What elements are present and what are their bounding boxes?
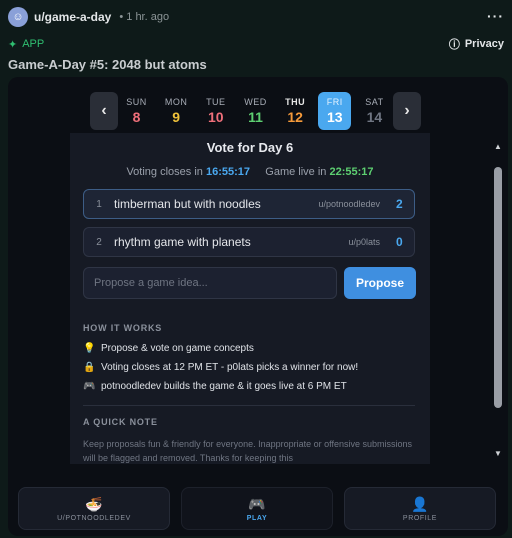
propose-input[interactable] — [83, 267, 337, 299]
day-name: TUE — [206, 97, 226, 107]
user-icon: 👤 — [411, 495, 429, 512]
vote-card: Vote for Day 6 Voting closes in 16:55:17… — [70, 133, 430, 464]
quick-note-heading: A QUICK NOTE — [83, 417, 158, 427]
how-item: 🎮 potnoodledev builds the game & it goes… — [83, 381, 347, 392]
scroll-down-icon[interactable]: ▼ — [493, 449, 503, 459]
prev-day-button[interactable]: ‹ — [90, 92, 118, 130]
gamepad-icon: 🎮 — [248, 495, 266, 512]
how-item: 💡 Propose & vote on game concepts — [83, 343, 254, 354]
day-name: THU — [285, 97, 306, 107]
scrollbar-thumb[interactable] — [494, 167, 502, 408]
privacy-label: Privacy — [464, 38, 504, 50]
idea-title: timberman but with noodles — [114, 197, 261, 211]
scroll-up-icon[interactable]: ▲ — [493, 142, 503, 152]
scrollbar[interactable]: ▲ ▼ — [491, 139, 505, 462]
next-day-button[interactable]: › — [393, 92, 421, 130]
nav-label: PROFILE — [402, 514, 438, 522]
day-date: 13 — [326, 109, 343, 125]
post-title[interactable]: Game-A-Day #5: 2048 but atoms — [8, 57, 207, 72]
day-thu[interactable]: THU 12 — [279, 92, 312, 130]
nav-tab-play[interactable]: 🎮 PLAY — [181, 487, 333, 530]
post-timestamp: • 1 hr. ago — [119, 11, 170, 23]
info-icon: ⓘ — [448, 39, 460, 51]
day-mon[interactable]: MON 9 — [160, 92, 193, 130]
day-wed[interactable]: WED 11 — [239, 92, 272, 130]
day-name: FRI — [326, 97, 343, 107]
idea-item[interactable]: 2 rhythm game with planets u/p0lats 0 — [83, 227, 415, 257]
idea-rank: 1 — [96, 198, 102, 210]
lightbulb-icon: 💡 — [83, 343, 96, 354]
game-live-time: 22:55:17 — [329, 166, 374, 178]
divider — [83, 405, 415, 406]
day-tue[interactable]: TUE 10 — [199, 92, 232, 130]
day-sun[interactable]: SUN 8 — [120, 92, 153, 130]
day-name: MON — [164, 97, 188, 107]
idea-author[interactable]: u/p0lats — [348, 237, 380, 247]
idea-votes[interactable]: 2 — [396, 197, 414, 211]
noodle-cup-icon: 🍜 — [85, 495, 103, 512]
day-list: SUN 8 MON 9 TUE 10 WED 11 THU 12 FRI 13 SAT 14 — [120, 92, 391, 130]
how-item-text: potnoodledev builds the game & it goes l… — [101, 381, 347, 392]
voting-closes-time: 16:55:17 — [205, 166, 250, 178]
idea-author[interactable]: u/potnoodledev — [318, 199, 380, 209]
day-fri[interactable]: FRI 13 — [318, 92, 352, 130]
vote-timers: Voting closes in 16:55:17 Game live in 2… — [70, 166, 430, 178]
app-row: ✦ APP ⓘ Privacy — [8, 36, 504, 52]
nav-tab-profile[interactable]: 👤 PROFILE — [344, 487, 496, 530]
idea-votes[interactable]: 0 — [396, 235, 414, 249]
lock-icon: 🔒 — [83, 362, 96, 373]
vote-title: Vote for Day 6 — [206, 140, 294, 155]
day-sat[interactable]: SAT 14 — [358, 92, 391, 130]
app-label: APP — [22, 38, 45, 50]
how-item-text: Voting closes at 12 PM ET - p0lats picks… — [101, 362, 359, 373]
day-date: 12 — [287, 109, 303, 125]
app-icon: ✦ — [8, 38, 18, 51]
idea-rank: 2 — [96, 236, 102, 248]
how-item: 🔒 Voting closes at 12 PM ET - p0lats pic… — [83, 362, 358, 373]
day-date: 14 — [366, 109, 383, 125]
day-name: SUN — [126, 97, 147, 107]
idea-item[interactable]: 1 timberman but with noodles u/potnoodle… — [83, 189, 415, 219]
post-header: ☺ u/game-a-day • 1 hr. ago ··· — [8, 6, 504, 28]
day-date: 9 — [172, 109, 181, 125]
how-item-text: Propose & vote on game concepts — [101, 343, 254, 354]
post-username[interactable]: u/game-a-day — [34, 10, 111, 24]
propose-button[interactable]: Propose — [344, 267, 416, 299]
day-name: WED — [244, 97, 267, 107]
privacy-button[interactable]: ⓘ Privacy — [449, 36, 504, 52]
bottom-nav: 🍜 U/POTNOODLEDEV 🎮 PLAY 👤 PROFILE — [18, 487, 496, 530]
nav-tab-potnoodledev[interactable]: 🍜 U/POTNOODLEDEV — [18, 487, 170, 530]
how-it-works-heading: HOW IT WORKS — [83, 323, 163, 333]
day-date: 11 — [248, 109, 263, 125]
nav-label: U/POTNOODLEDEV — [57, 514, 131, 522]
more-options-icon[interactable]: ··· — [487, 8, 504, 24]
day-name: SAT — [365, 97, 384, 107]
gamepad-icon: 🎮 — [83, 381, 96, 392]
game-live-label: Game live in — [265, 166, 327, 178]
app-badge: ✦ APP — [8, 38, 44, 51]
avatar[interactable]: ☺ — [8, 7, 28, 27]
quick-note-text: Keep proposals fun & friendly for everyo… — [83, 439, 413, 463]
day-date: 10 — [208, 109, 224, 125]
day-selector: ‹ SUN 8 MON 9 TUE 10 WED 11 THU 12 FRI 13 SAT 1… — [90, 91, 424, 131]
voting-closes-label: Voting closes in — [126, 166, 203, 178]
idea-title: rhythm game with planets — [114, 235, 251, 249]
app-frame: ‹ SUN 8 MON 9 TUE 10 WED 11 THU 12 FRI 13 SAT 1… — [8, 77, 508, 536]
day-date: 8 — [132, 109, 141, 125]
nav-label: PLAY — [246, 514, 268, 522]
